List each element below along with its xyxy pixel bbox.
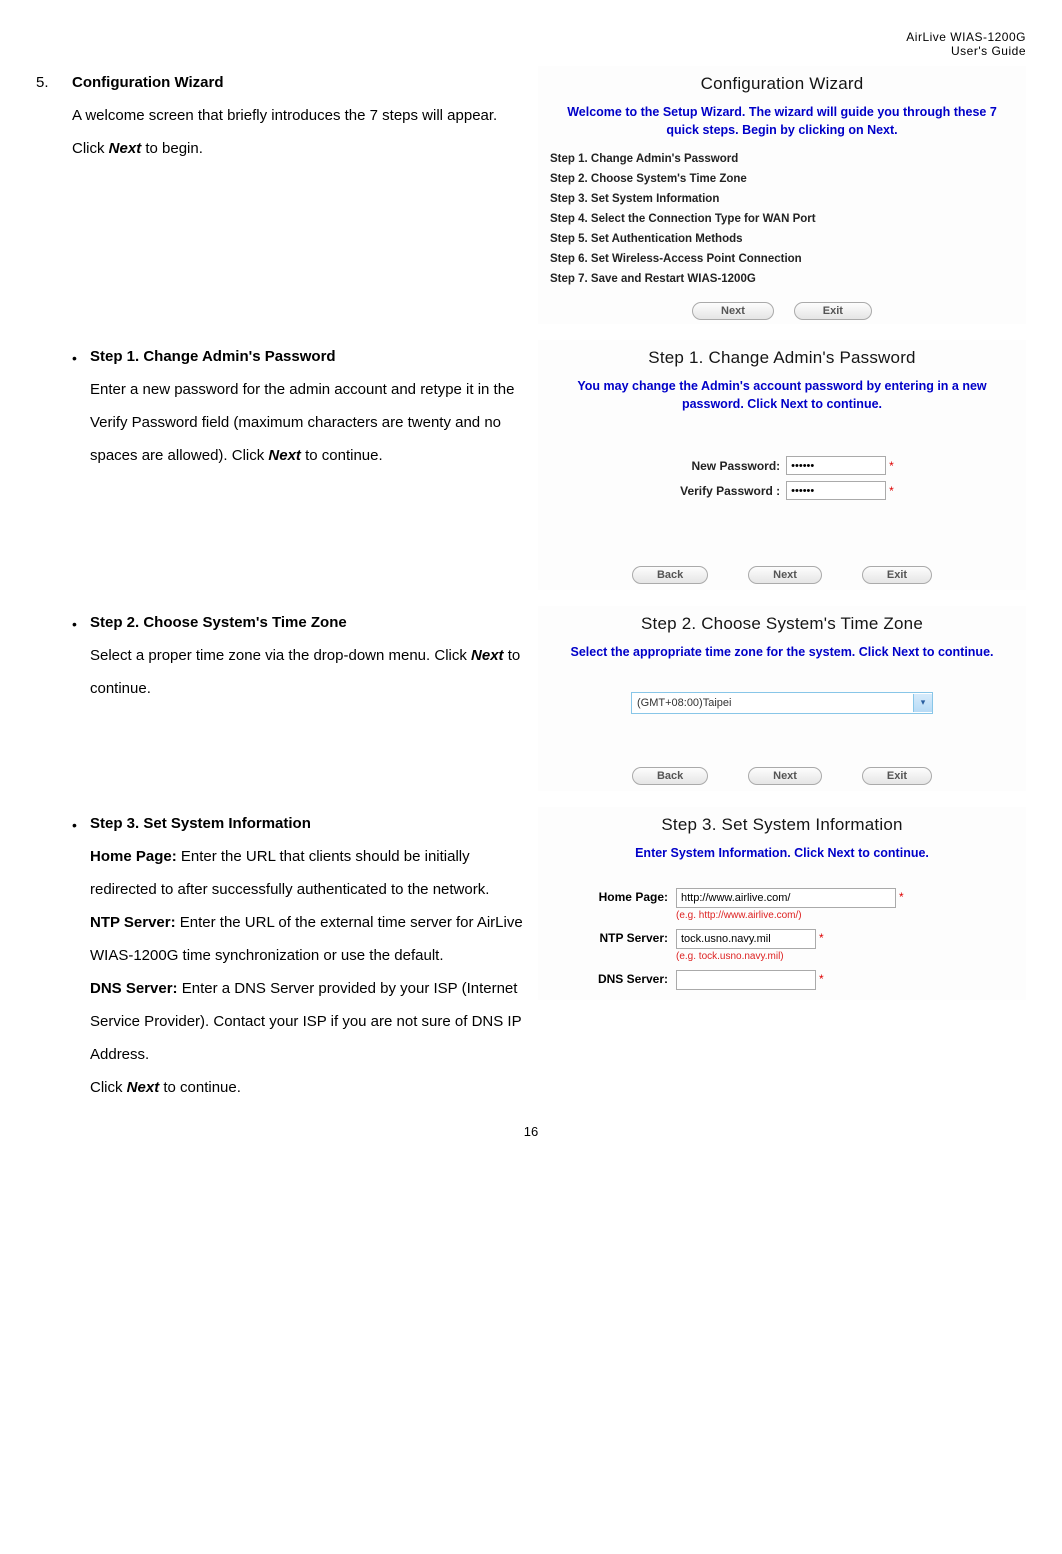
- step-item: Step 2. Choose System's Time Zone: [550, 169, 1014, 189]
- section-body: A welcome screen that briefly introduces…: [72, 99, 526, 165]
- panel-title: Step 1. Change Admin's Password: [538, 340, 1026, 372]
- panel-title: Step 2. Choose System's Time Zone: [538, 606, 1026, 638]
- panel-subtitle: Select the appropriate time zone for the…: [538, 638, 1026, 672]
- step1-heading: Step 1. Change Admin's Password: [90, 340, 526, 373]
- step-item: Step 4. Select the Connection Type for W…: [550, 209, 1014, 229]
- section-number: 5.: [36, 66, 72, 165]
- ntp-server-label: NTP Server:: [578, 929, 676, 945]
- back-button[interactable]: Back: [632, 767, 708, 785]
- panel-subtitle: You may change the Admin's account passw…: [538, 372, 1026, 423]
- verify-password-input[interactable]: [786, 481, 886, 500]
- step3-continue: Click Next to continue.: [90, 1071, 526, 1104]
- dns-server-input[interactable]: [676, 970, 816, 990]
- step1-body: Enter a new password for the admin accou…: [90, 373, 526, 472]
- required-asterisk: *: [896, 890, 904, 904]
- step2-heading: Step 2. Choose System's Time Zone: [90, 606, 526, 639]
- ntp-server-input[interactable]: [676, 929, 816, 949]
- home-page-hint: (e.g. http://www.airlive.com/): [676, 908, 986, 921]
- wizard-intro-panel: Configuration Wizard Welcome to the Setu…: [538, 66, 1026, 324]
- dns-server-label: DNS Server:: [578, 970, 676, 986]
- exit-button[interactable]: Exit: [862, 566, 932, 584]
- timezone-value: (GMT+08:00)Taipei: [632, 697, 913, 709]
- exit-button[interactable]: Exit: [794, 302, 872, 320]
- step3-homepage: Home Page: Enter the URL that clients sh…: [90, 840, 526, 906]
- doc-title: User's Guide: [36, 44, 1026, 58]
- step1-text: • Step 1. Change Admin's Password Enter …: [72, 340, 526, 472]
- chevron-down-icon: ▾: [913, 694, 932, 712]
- step-item: Step 1. Change Admin's Password: [550, 149, 1014, 169]
- next-button[interactable]: Next: [748, 566, 822, 584]
- step3-ntp: NTP Server: Enter the URL of the externa…: [90, 906, 526, 972]
- step2-text: • Step 2. Choose System's Time Zone Sele…: [72, 606, 526, 705]
- section-5: 5. Configuration Wizard A welcome screen…: [36, 66, 526, 165]
- home-page-input[interactable]: [676, 888, 896, 908]
- product-name: AirLive WIAS-1200G: [36, 30, 1026, 44]
- doc-header: AirLive WIAS-1200G User's Guide: [36, 30, 1026, 58]
- panel-title: Step 3. Set System Information: [538, 807, 1026, 839]
- step3-text: • Step 3. Set System Information Home Pa…: [72, 807, 526, 1104]
- step3-dns: DNS Server: Enter a DNS Server provided …: [90, 972, 526, 1071]
- exit-button[interactable]: Exit: [862, 767, 932, 785]
- ntp-server-hint: (e.g. tock.usno.navy.mil): [676, 949, 986, 962]
- step2-panel: Step 2. Choose System's Time Zone Select…: [538, 606, 1026, 791]
- required-asterisk: *: [816, 931, 824, 945]
- step1-panel: Step 1. Change Admin's Password You may …: [538, 340, 1026, 590]
- new-password-input[interactable]: [786, 456, 886, 475]
- section-title: Configuration Wizard: [72, 66, 526, 99]
- required-asterisk: *: [816, 972, 824, 986]
- wizard-steps-list: Step 1. Change Admin's Password Step 2. …: [538, 149, 1026, 297]
- home-page-label: Home Page:: [578, 888, 676, 904]
- next-button[interactable]: Next: [692, 302, 774, 320]
- timezone-select[interactable]: (GMT+08:00)Taipei ▾: [631, 692, 933, 714]
- step3-panel: Step 3. Set System Information Enter Sys…: [538, 807, 1026, 1001]
- step3-heading: Step 3. Set System Information: [90, 807, 526, 840]
- step-item: Step 6. Set Wireless-Access Point Connec…: [550, 249, 1014, 269]
- required-asterisk: *: [886, 484, 894, 498]
- panel-title: Configuration Wizard: [538, 66, 1026, 98]
- back-button[interactable]: Back: [632, 566, 708, 584]
- verify-password-label: Verify Password :: [670, 484, 786, 498]
- next-button[interactable]: Next: [748, 767, 822, 785]
- step-item: Step 7. Save and Restart WIAS-1200G: [550, 269, 1014, 289]
- panel-subtitle: Enter System Information. Click Next to …: [538, 839, 1026, 873]
- required-asterisk: *: [886, 459, 894, 473]
- step2-body: Select a proper time zone via the drop-d…: [90, 639, 526, 705]
- panel-subtitle: Welcome to the Setup Wizard. The wizard …: [538, 98, 1026, 149]
- page-number: 16: [36, 1124, 1026, 1139]
- step-item: Step 3. Set System Information: [550, 189, 1014, 209]
- new-password-label: New Password:: [670, 459, 786, 473]
- step-item: Step 5. Set Authentication Methods: [550, 229, 1014, 249]
